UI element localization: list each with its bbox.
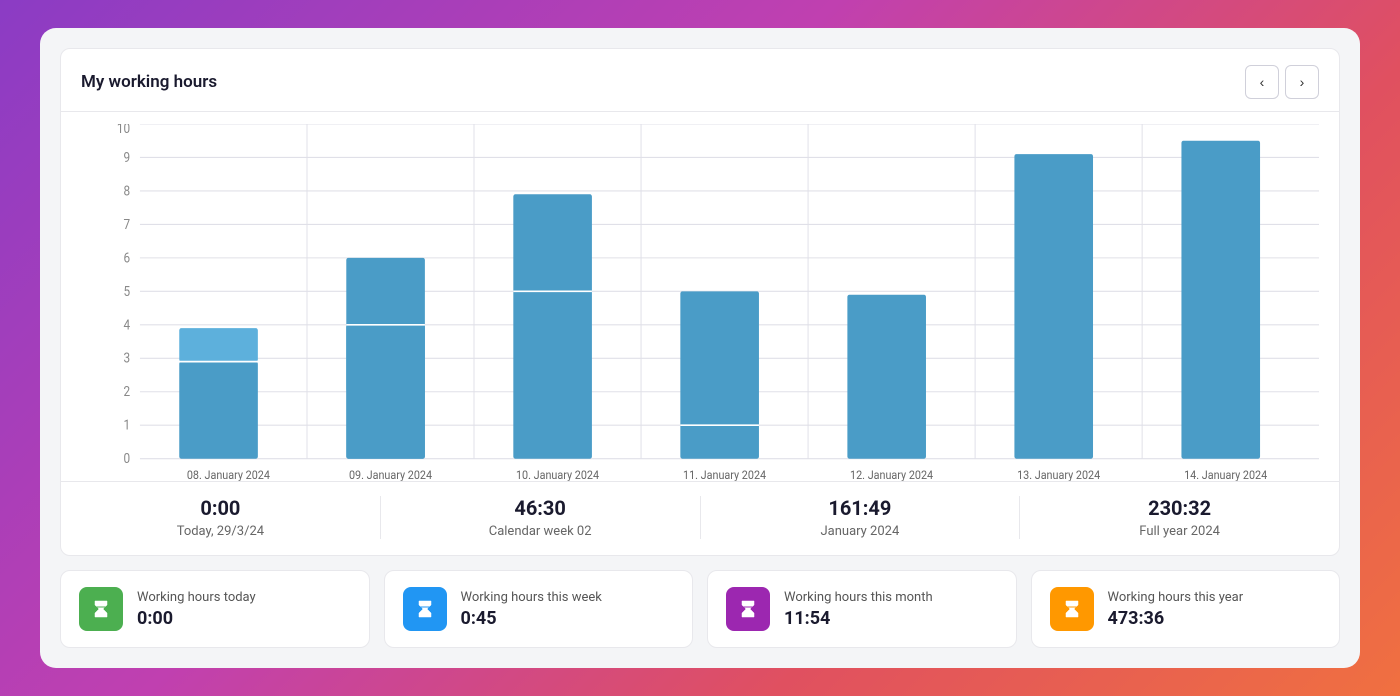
svg-text:5: 5 <box>123 284 130 300</box>
chart-area: 0 1 2 3 4 5 6 7 8 9 10 <box>61 112 1339 481</box>
svg-text:10. January 2024: 10. January 2024 <box>516 467 600 481</box>
stat-icon-today <box>79 587 123 631</box>
stat-name-year: Working hours this year <box>1108 590 1244 605</box>
stat-text-month: Working hours this month 11:54 <box>784 590 933 629</box>
stat-card-today: Working hours today 0:00 <box>60 570 370 648</box>
next-button[interactable]: › <box>1285 65 1319 99</box>
svg-text:0: 0 <box>123 451 130 467</box>
svg-text:3: 3 <box>123 351 130 367</box>
hourglass-icon-year <box>1061 598 1083 620</box>
svg-text:8: 8 <box>123 184 130 200</box>
card-title: My working hours <box>81 72 217 92</box>
svg-text:1: 1 <box>123 418 130 434</box>
summary-today-label: Today, 29/3/24 <box>177 524 264 539</box>
svg-text:13. January 2024: 13. January 2024 <box>1017 467 1101 481</box>
svg-text:7: 7 <box>123 217 130 233</box>
prev-button[interactable]: ‹ <box>1245 65 1279 99</box>
stat-name-week: Working hours this week <box>461 590 602 605</box>
stat-name-month: Working hours this month <box>784 590 933 605</box>
stat-value-month: 11:54 <box>784 608 933 629</box>
bar-chart: 0 1 2 3 4 5 6 7 8 9 10 <box>81 124 1319 481</box>
stat-text-today: Working hours today 0:00 <box>137 590 256 629</box>
summary-year-label: Full year 2024 <box>1139 524 1220 539</box>
hourglass-icon-today <box>90 598 112 620</box>
svg-text:9: 9 <box>123 150 130 166</box>
svg-text:11. January 2024: 11. January 2024 <box>683 467 767 481</box>
nav-buttons: ‹ › <box>1245 65 1319 99</box>
svg-text:14. January 2024: 14. January 2024 <box>1184 467 1268 481</box>
stat-card-year: Working hours this year 473:36 <box>1031 570 1341 648</box>
stat-value-today: 0:00 <box>137 608 256 629</box>
stat-card-month: Working hours this month 11:54 <box>707 570 1017 648</box>
stat-text-week: Working hours this week 0:45 <box>461 590 602 629</box>
main-card: My working hours ‹ › <box>60 48 1340 556</box>
stat-icon-month <box>726 587 770 631</box>
outer-card: My working hours ‹ › <box>40 28 1360 668</box>
stat-value-year: 473:36 <box>1108 608 1244 629</box>
svg-text:4: 4 <box>123 318 130 334</box>
summary-today: 0:00 Today, 29/3/24 <box>61 496 381 539</box>
stat-value-week: 0:45 <box>461 608 602 629</box>
svg-text:08. January 2024: 08. January 2024 <box>187 467 271 481</box>
summary-month: 161:49 January 2024 <box>701 496 1021 539</box>
stat-icon-week <box>403 587 447 631</box>
summary-today-time: 0:00 <box>200 496 240 520</box>
summary-year: 230:32 Full year 2024 <box>1020 496 1339 539</box>
bottom-cards: Working hours today 0:00 Working hours t… <box>60 570 1340 648</box>
svg-text:2: 2 <box>123 385 130 401</box>
svg-text:09. January 2024: 09. January 2024 <box>349 467 433 481</box>
stat-icon-year <box>1050 587 1094 631</box>
svg-text:12. January 2024: 12. January 2024 <box>850 467 934 481</box>
card-header: My working hours ‹ › <box>61 49 1339 112</box>
summary-week-time: 46:30 <box>514 496 566 520</box>
summary-month-label: January 2024 <box>820 524 899 539</box>
svg-text:6: 6 <box>123 251 130 267</box>
summary-row: 0:00 Today, 29/3/24 46:30 Calendar week … <box>61 481 1339 555</box>
summary-year-time: 230:32 <box>1148 496 1211 520</box>
stat-text-year: Working hours this year 473:36 <box>1108 590 1244 629</box>
summary-week-label: Calendar week 02 <box>489 524 592 539</box>
hourglass-icon-month <box>737 598 759 620</box>
stat-card-week: Working hours this week 0:45 <box>384 570 694 648</box>
svg-text:10: 10 <box>117 124 130 137</box>
summary-week: 46:30 Calendar week 02 <box>381 496 701 539</box>
stat-name-today: Working hours today <box>137 590 256 605</box>
hourglass-icon-week <box>414 598 436 620</box>
summary-month-time: 161:49 <box>828 496 891 520</box>
